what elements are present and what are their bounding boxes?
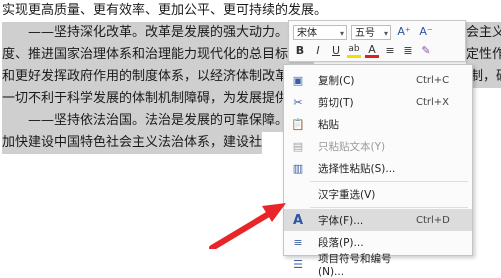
red-arrow-annotation: [209, 203, 286, 249]
menu-item-bullets-numbering[interactable]: ☰ 项目符号和编号(N)...: [284, 252, 472, 278]
menu-item-label: 项目符号和编号(N)...: [318, 252, 392, 278]
bullet-list-icon: ☰: [293, 257, 303, 271]
